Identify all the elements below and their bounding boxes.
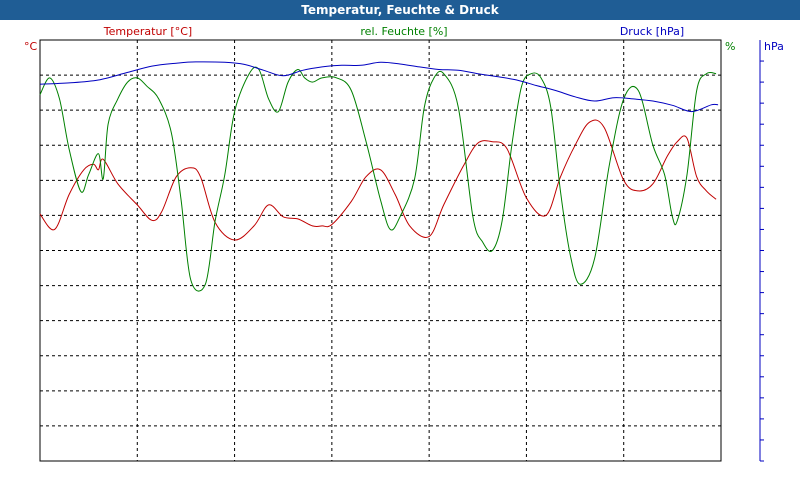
pressure-axis-title: Druck [hPa]	[620, 25, 684, 38]
humidity-axis-title: rel. Feuchte [%]	[360, 25, 447, 38]
weather-line-chart: °C Temperatur [°C] % rel. Feuchte [%] hP…	[24, 25, 784, 462]
window-title: Temperatur, Feuchte & Druck	[0, 0, 800, 20]
humidity-unit-label: %	[725, 40, 735, 53]
pressure-unit-label: hPa	[764, 40, 784, 53]
temperature-unit-label: °C	[24, 40, 38, 53]
temperature-axis-title: Temperatur [°C]	[103, 25, 192, 38]
chart-window: Temperatur, Feuchte & Druck °C Temperatu…	[0, 0, 800, 500]
